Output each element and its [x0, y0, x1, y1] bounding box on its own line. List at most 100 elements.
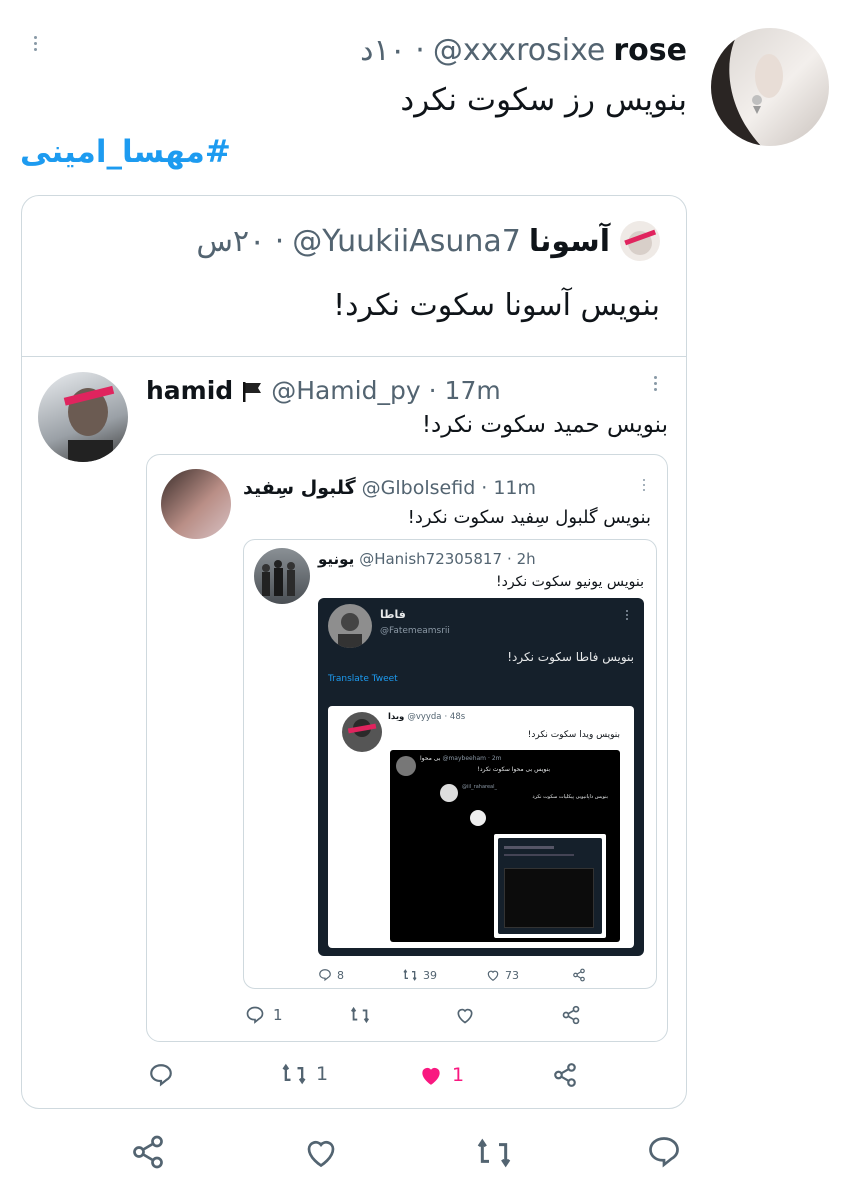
flag-icon — [241, 380, 263, 402]
yuniyu-header: یونیو @Hanish72305817 · 2h — [318, 550, 536, 568]
fata-avatar[interactable] — [328, 604, 372, 648]
reply-action[interactable] — [148, 1062, 174, 1088]
yuniyu-text: بنویس یونیو سکوت نکرد! — [495, 574, 644, 590]
share-action[interactable] — [572, 968, 586, 982]
heart-icon — [487, 970, 499, 981]
glbol-header: گلبول سِفید @Glbolsefid · 11m — [243, 477, 536, 499]
reply-count: 8 — [337, 968, 344, 982]
more-options-icon[interactable] — [654, 376, 657, 391]
more-options-icon[interactable] — [34, 36, 37, 51]
yuniyu-name[interactable]: یونیو — [318, 550, 354, 568]
asuna-name[interactable]: آسونا — [529, 224, 610, 259]
like-action[interactable]: 1 — [418, 1062, 464, 1088]
share-action[interactable] — [552, 1062, 578, 1088]
vida-handle[interactable]: @vyyda — [407, 712, 441, 722]
asuna-handle[interactable]: @YuukiiAsuna7 — [292, 224, 521, 259]
asuna-header: · ۲۰س @YuukiiAsuna7 آسونا — [196, 224, 610, 259]
heart-icon — [457, 1008, 473, 1024]
nested-text: بنویس داپانیوبی پیکلیات سکوت نکرد — [532, 794, 608, 800]
reply-action[interactable] — [646, 1134, 682, 1170]
divider — [22, 356, 686, 357]
fata-text: بنویس فاطا سکوت نکرد! — [507, 650, 634, 664]
main-tweet-name[interactable]: rose — [613, 33, 687, 68]
vida-avatar[interactable] — [342, 712, 382, 752]
bimahva-avatar[interactable] — [396, 756, 416, 776]
retweet-action[interactable] — [349, 1005, 371, 1025]
nested-handle[interactable]: @iil_rahareal_ — [462, 784, 497, 790]
translate-tweet-link[interactable]: Translate Tweet — [328, 674, 398, 684]
asuna-time: · ۲۰س — [196, 224, 285, 259]
yuniyu-time: · 2h — [507, 550, 536, 568]
glbol-time: · 11m — [481, 477, 537, 499]
bimahva-time: · 2m — [488, 755, 502, 762]
vida-name[interactable]: ویدا — [388, 712, 404, 722]
yuniyu-avatar[interactable] — [254, 548, 310, 604]
hamid-avatar[interactable] — [38, 372, 128, 462]
quoted-tweet-glbol[interactable]: گلبول سِفید @Glbolsefid · 11m بنویس گلبو… — [146, 454, 668, 1042]
reply-icon — [246, 1006, 264, 1024]
hamid-header: hamid @Hamid_py · 17m — [146, 376, 501, 405]
glbol-avatar[interactable] — [161, 469, 231, 539]
vida-header: ویدا @vyyda · 48s — [388, 712, 465, 722]
like-action[interactable]: 73 — [486, 968, 519, 982]
share-action[interactable] — [130, 1134, 166, 1170]
like-action[interactable] — [455, 1005, 475, 1025]
reply-action[interactable]: 8 — [318, 968, 344, 982]
share-action[interactable] — [561, 1005, 581, 1025]
heart-icon — [307, 1140, 335, 1168]
retweet-icon — [350, 1006, 370, 1024]
hashtag-link[interactable]: #مهسا_امینی — [20, 134, 231, 170]
asuna-avatar[interactable] — [620, 221, 660, 261]
rose-avatar[interactable] — [711, 28, 829, 146]
fata-handle[interactable]: @Fatemeamsrii — [380, 626, 450, 636]
share-icon — [133, 1135, 163, 1169]
like-action[interactable] — [302, 1134, 340, 1170]
reply-icon — [649, 1137, 679, 1168]
reply-icon — [319, 969, 331, 982]
share-icon — [562, 1005, 580, 1025]
yuniyu-handle[interactable]: @Hanish72305817 — [359, 550, 502, 568]
retweet-action[interactable]: 1 — [280, 1062, 328, 1086]
quoted-tweet-fata[interactable]: فاطا @Fatemeamsrii بنویس فاطا سکوت نکرد!… — [318, 598, 644, 956]
nested-avatar[interactable] — [440, 784, 458, 802]
retweet-icon — [477, 1138, 511, 1168]
nested-screenshot[interactable] — [494, 834, 606, 938]
hamid-name[interactable]: hamid — [146, 376, 233, 405]
hamid-handle[interactable]: @Hamid_py — [271, 376, 420, 405]
more-options-icon[interactable] — [626, 610, 628, 620]
quoted-tweet-vida[interactable]: ویدا @vyyda · 48s بنویس ویدا سکوت نکرد! … — [328, 706, 634, 948]
glbol-name[interactable]: گلبول سِفید — [243, 477, 356, 499]
quoted-tweet-yuniyu[interactable]: یونیو @Hanish72305817 · 2h بنویس یونیو س… — [243, 539, 657, 989]
retweet-action[interactable]: 39 — [402, 968, 437, 982]
quoted-tweet-asuna[interactable]: · ۲۰س @YuukiiAsuna7 آسونا بنویس آسونا سک… — [21, 195, 687, 1109]
bimahva-header: بی محوا @maybeeham · 2m — [420, 755, 502, 762]
retweet-count: 39 — [423, 968, 437, 982]
glbol-text: بنویس گلبول سِفید سکوت نکرد! — [407, 507, 651, 528]
like-count: 1 — [452, 1064, 465, 1086]
reply-icon — [150, 1064, 172, 1087]
retweet-icon — [403, 969, 417, 981]
vida-time: · 48s — [444, 712, 466, 722]
main-tweet-time: · ۱۰د — [360, 32, 425, 68]
main-tweet-header: · ۱۰د @xxxrosixe rose — [360, 30, 687, 70]
fata-name[interactable]: فاطا — [380, 608, 406, 621]
like-count: 73 — [505, 968, 519, 982]
retweet-icon — [282, 1063, 306, 1085]
glbol-handle[interactable]: @Glbolsefid — [362, 477, 476, 499]
hamid-text: بنویس حمید سکوت نکرد! — [421, 412, 668, 438]
reply-action[interactable]: 1 — [245, 1005, 283, 1025]
heart-filled-icon — [422, 1067, 440, 1085]
main-tweet-handle[interactable]: @xxxrosixe — [433, 33, 606, 68]
bimahva-handle[interactable]: @maybeeham — [442, 755, 486, 762]
quoted-tweet-bimahva[interactable]: بی محوا @maybeeham · 2m بنویس بی محوا سک… — [390, 750, 620, 942]
bimahva-name[interactable]: بی محوا — [420, 755, 440, 762]
hamid-time: · 17m — [428, 376, 501, 405]
more-options-icon[interactable] — [643, 479, 645, 491]
share-icon — [573, 968, 585, 982]
retweet-action[interactable] — [474, 1136, 514, 1170]
nested-avatar-2[interactable] — [470, 810, 486, 826]
reply-count: 1 — [273, 1006, 283, 1024]
vida-text: بنویس ویدا سکوت نکرد! — [527, 730, 620, 740]
asuna-text: بنویس آسونا سکوت نکرد! — [333, 288, 660, 323]
bimahva-text: بنویس بی محوا سکوت نکرد! — [477, 766, 550, 773]
